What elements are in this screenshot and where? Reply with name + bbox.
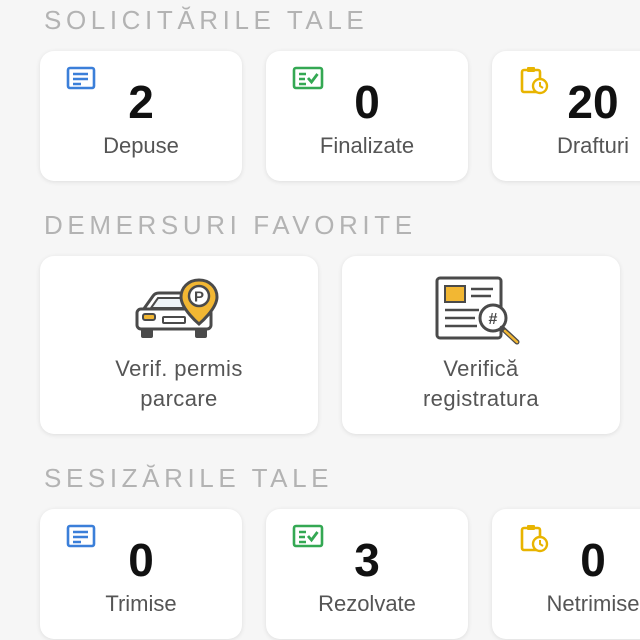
requests-submitted-count: 2 — [128, 76, 154, 128]
car-parking-icon: P — [135, 278, 219, 338]
dashboard: SOLICITĂRILE TALE 2 Depuse 0 Finalizate … — [0, 0, 640, 640]
requests-drafts-count: 20 — [567, 76, 619, 128]
favorite-registry-card[interactable]: # Verifică registratura — [342, 256, 620, 434]
favorite-parking-permit-card[interactable]: P Verif. permis parcare — [40, 256, 318, 434]
svg-text:P: P — [194, 289, 204, 306]
favorite-parking-permit-line2: parcare — [140, 386, 218, 411]
reports-unsent-card[interactable]: 0 Netrimise — [492, 509, 640, 639]
requests-drafts-label: Drafturi — [556, 133, 630, 158]
reports-resolved-label: Rezolvate — [318, 591, 416, 616]
svg-text:#: # — [489, 311, 498, 328]
favorite-parking-permit-label: Verif. permis parcare — [40, 354, 318, 414]
requests-submitted-label: Depuse — [103, 133, 179, 158]
favorite-registry-label: Verifică registratura — [342, 354, 620, 414]
reports-unsent-count: 0 — [580, 534, 606, 586]
favorite-parking-permit-line1: Verif. permis — [115, 356, 243, 381]
reports-sent-card[interactable]: 0 Trimise — [40, 509, 242, 639]
favorites-section-title: DEMERSURI FAVORITE — [44, 210, 417, 240]
requests-finalized-label: Finalizate — [319, 133, 415, 158]
reports-resolved-count: 3 — [354, 534, 380, 586]
requests-section-title: SOLICITĂRILE TALE — [44, 5, 369, 35]
reports-sent-count: 0 — [128, 534, 154, 586]
requests-finalized-card[interactable]: 0 Finalizate — [266, 51, 468, 181]
reports-resolved-card[interactable]: 3 Rezolvate — [266, 509, 468, 639]
favorite-registry-line2: registratura — [422, 386, 540, 411]
favorite-registry-line1: Verifică — [443, 356, 519, 381]
reports-section-title: SESIZĂRILE TALE — [44, 463, 334, 493]
requests-drafts-card[interactable]: 20 Drafturi — [492, 51, 640, 181]
requests-finalized-count: 0 — [354, 76, 380, 128]
requests-submitted-card[interactable]: 2 Depuse — [40, 51, 242, 181]
registry-search-icon: # — [435, 276, 520, 345]
reports-unsent-label: Netrimise — [546, 591, 640, 616]
reports-sent-label: Trimise — [105, 591, 177, 616]
